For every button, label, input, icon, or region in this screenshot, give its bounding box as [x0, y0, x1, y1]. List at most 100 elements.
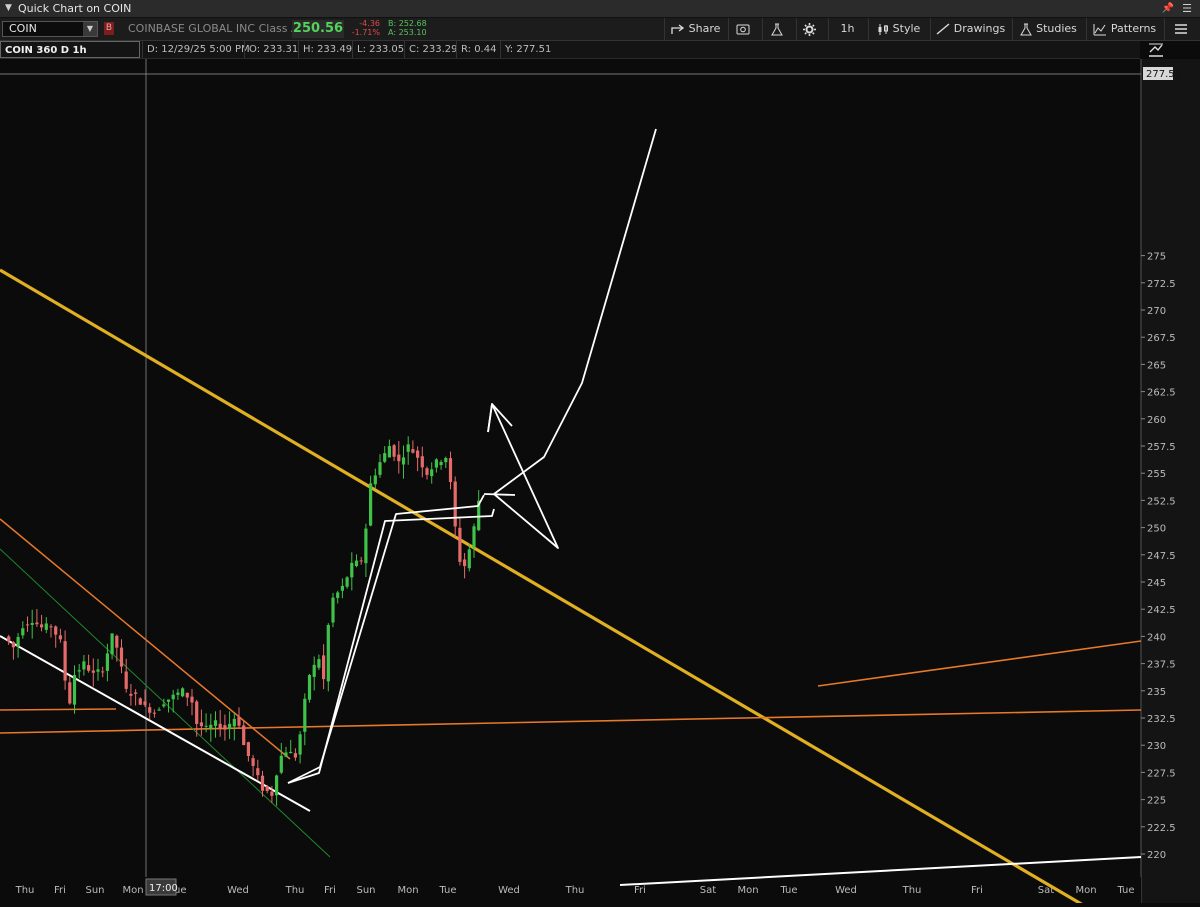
candle-body: [387, 446, 391, 458]
studies-label: Studies: [1036, 22, 1077, 35]
candle-body: [21, 628, 25, 636]
candle-body: [110, 633, 114, 655]
y-tick-label: 245: [1147, 578, 1166, 589]
pin-icon[interactable]: 📌: [1162, 0, 1174, 17]
x-tick-label: Thu: [285, 885, 305, 896]
cursor-price-tag: 277.51: [1143, 67, 1181, 80]
candle-body: [11, 642, 15, 648]
candle-body: [307, 675, 312, 700]
net-change: -4.36: [359, 19, 380, 28]
candle-body: [425, 468, 429, 475]
plot-background: [0, 59, 1141, 877]
candle-body: [275, 775, 279, 796]
patterns-label: Patterns: [1110, 22, 1157, 35]
chart-area[interactable]: 220 222.5 225 227.5 230 232.5 235 237.5 240 242.5…: [0, 59, 1200, 907]
candle-body: [91, 670, 95, 673]
candles-icon: [878, 23, 888, 35]
price-chart[interactable]: 220 222.5 225 227.5 230 232.5 235 237.5 240 242.5…: [0, 59, 1200, 907]
candle-body: [345, 577, 349, 587]
window-title: Quick Chart on COIN: [18, 2, 132, 15]
menu-icon[interactable]: ☰: [1182, 0, 1192, 17]
candle-body: [317, 659, 321, 668]
interval-button[interactable]: 1h: [828, 18, 866, 40]
flask-button[interactable]: [762, 18, 794, 40]
candle-body: [77, 670, 81, 672]
candle-body: [68, 682, 72, 704]
candle-body: [246, 742, 250, 756]
collapse-icon[interactable]: ▼: [5, 0, 12, 17]
studies-button[interactable]: Studies: [1012, 18, 1084, 40]
candle-body: [416, 450, 420, 458]
candle-body: [237, 716, 241, 726]
candle-body: [223, 725, 227, 730]
candle-body: [397, 454, 401, 462]
candle-body: [439, 461, 443, 466]
pct-change: -1.71%: [351, 28, 380, 37]
y-tick-label: 272.5: [1147, 279, 1176, 290]
candle-body: [326, 624, 330, 682]
last-price: 250.56: [292, 20, 344, 38]
beaker-icon: [1020, 23, 1032, 35]
y-value: Y: 277.51: [500, 41, 551, 58]
drawings-button[interactable]: Drawings: [930, 18, 1010, 40]
x-tick-label: Wed: [227, 885, 249, 896]
candle-body: [298, 734, 302, 755]
candle-body: [265, 786, 269, 791]
chart-settings-icon[interactable]: [1147, 42, 1165, 58]
cursor-time-label: 17:00: [149, 883, 178, 894]
patterns-button[interactable]: Patterns: [1086, 18, 1162, 40]
candle-body: [166, 699, 171, 702]
x-tick-label: Mon: [1075, 885, 1096, 896]
x-tick-label: Fri: [634, 885, 646, 896]
y-tick-label: 270: [1147, 306, 1166, 317]
y-tick-label: 262.5: [1147, 388, 1176, 399]
symbol-input[interactable]: COIN ▼: [2, 21, 98, 37]
candle-body: [303, 698, 307, 732]
candle-body: [434, 459, 438, 468]
snapshot-button[interactable]: [728, 18, 760, 40]
x-tick-label: Wed: [498, 885, 520, 896]
candle-body: [322, 655, 326, 680]
chart-symbol-desc[interactable]: COIN 360 D 1h [NASDAQ]: [0, 41, 140, 73]
y-tick-label: 220: [1147, 850, 1166, 861]
candle-body: [251, 758, 255, 766]
symbol-value: COIN: [9, 22, 37, 35]
candle-body: [373, 475, 377, 485]
x-tick-label: Thu: [15, 885, 35, 896]
close-value: C: 233.29: [404, 41, 458, 58]
y-tick-label: 235: [1147, 687, 1166, 698]
candle-body: [458, 527, 462, 562]
candle-body: [25, 624, 30, 626]
high-value: H: 233.49: [298, 41, 352, 58]
y-tick-label: 240: [1147, 632, 1166, 643]
candle-body: [392, 445, 396, 457]
candle-body: [190, 696, 194, 703]
candle-body: [213, 720, 218, 726]
y-tick-label: 237.5: [1147, 660, 1176, 671]
candle-body: [312, 664, 316, 677]
x-tick-label: Tue: [779, 885, 797, 896]
candle-body: [279, 755, 283, 773]
x-tick-label: Sun: [356, 885, 375, 896]
x-tick-label: Tue: [438, 885, 456, 896]
candle-body: [218, 723, 222, 729]
more-button[interactable]: [1164, 18, 1200, 40]
chevron-down-icon[interactable]: ▼: [83, 22, 97, 36]
candle-body: [359, 560, 363, 562]
ohlc-infobar: COIN 360 D 1h [NASDAQ] D: 12/29/25 5:00 …: [0, 41, 1140, 73]
company-name: COINBASE GLOBAL INC Class A: [128, 22, 299, 35]
x-tick-label: Thu: [902, 885, 922, 896]
pencil-line-icon: [936, 23, 950, 35]
flag-badge[interactable]: B: [104, 22, 114, 35]
price-change: -4.36 -1.71%: [348, 19, 380, 37]
candle-body: [444, 458, 448, 463]
x-tick-label: Mon: [737, 885, 758, 896]
settings-button[interactable]: [796, 18, 826, 40]
candle-body: [30, 623, 34, 625]
style-button[interactable]: Style: [868, 18, 928, 40]
share-button[interactable]: Share: [664, 18, 726, 40]
bid-value: B: 252.68: [388, 19, 427, 28]
window-titlebar: ▼ Quick Chart on COIN 📌 ☰: [0, 0, 1200, 18]
drawing-arrow-tip[interactable]: [483, 493, 516, 496]
trendline-orange-short[interactable]: [0, 708, 117, 711]
